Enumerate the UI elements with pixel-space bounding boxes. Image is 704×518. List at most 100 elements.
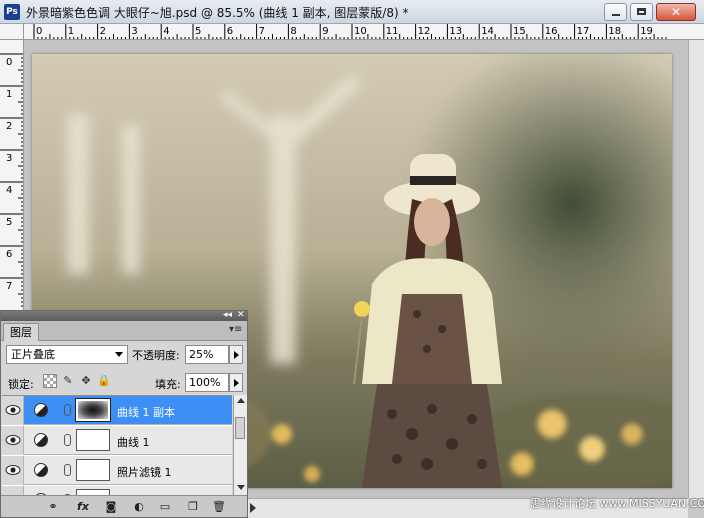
tab-layers[interactable]: 图层 xyxy=(3,323,39,341)
layer-style-fx-icon[interactable]: fx xyxy=(75,499,91,514)
link-chain-icon[interactable] xyxy=(64,464,71,476)
fill-label: 填充: xyxy=(155,378,181,391)
maximize-button[interactable] xyxy=(630,3,653,21)
opacity-slider-button[interactable] xyxy=(229,345,243,364)
eye-icon xyxy=(5,435,21,445)
ruler-label: 3 xyxy=(6,153,12,164)
opacity-label: 不透明度: xyxy=(132,349,180,362)
layer-name[interactable]: 曲线 1 xyxy=(117,434,150,450)
curves-adjustment-icon[interactable] xyxy=(34,403,48,417)
link-chain-icon[interactable] xyxy=(64,404,71,416)
layer-row[interactable]: 曲线 1 xyxy=(2,426,232,455)
visibility-toggle[interactable] xyxy=(2,426,24,455)
window-title: 外景暗紫色色调 大眼仔~旭.psd @ 85.5% (曲线 1 副本, 图层蒙版… xyxy=(26,6,409,20)
delete-layer-icon[interactable]: 🗑 xyxy=(211,499,227,514)
blend-mode-select[interactable]: 正片叠底 xyxy=(6,345,128,364)
ruler-label: 11 xyxy=(386,26,399,37)
ruler-label: 4 xyxy=(6,185,12,196)
new-layer-icon[interactable]: ❐ xyxy=(185,499,201,514)
collapse-panel-icon[interactable]: ◂◂ xyxy=(223,310,232,320)
vertical-scrollbar[interactable] xyxy=(688,40,704,498)
ruler-label: 6 xyxy=(6,249,12,260)
visibility-toggle[interactable] xyxy=(2,396,24,425)
layer-mask-thumbnail[interactable] xyxy=(75,398,111,422)
scroll-thumb[interactable] xyxy=(235,417,245,439)
curves-adjustment-icon[interactable] xyxy=(34,433,48,447)
layers-panel: ◂◂ ✕ 图层 ▾≡ 正片叠底 不透明度: 25% 锁定: ✎ ✥ 🔒 填充: … xyxy=(0,310,248,518)
new-group-icon[interactable]: ▭ xyxy=(157,499,173,514)
ruler-label: 13 xyxy=(449,26,462,37)
ruler-label: 0 xyxy=(6,57,12,68)
scroll-right-arrow-icon[interactable] xyxy=(250,503,256,513)
ruler-label: 14 xyxy=(481,26,494,37)
title-bar: Ps 外景暗紫色色调 大眼仔~旭.psd @ 85.5% (曲线 1 副本, 图… xyxy=(0,0,704,24)
panel-menu-icon[interactable]: ▾≡ xyxy=(229,324,242,335)
eye-icon xyxy=(5,405,21,415)
fill-input[interactable]: 100% xyxy=(185,373,229,392)
layer-mask-thumbnail[interactable] xyxy=(76,459,110,481)
ruler-label: 0 xyxy=(36,26,42,37)
eye-icon xyxy=(5,465,21,475)
watermark-text: 思缘设计论坛 www.MISSYUAN.COM xyxy=(530,497,704,510)
minimize-icon xyxy=(612,14,620,16)
ruler-label: 5 xyxy=(195,26,201,37)
panel-bottom-toolbar: ⚭ fx ◙ ◐ ▭ ❐ 🗑 xyxy=(1,495,247,517)
ruler-label: 17 xyxy=(577,26,590,37)
ruler-label: 9 xyxy=(322,26,328,37)
ruler-label: 2 xyxy=(100,26,106,37)
layer-mask-thumbnail[interactable] xyxy=(76,429,110,451)
triangle-right-icon xyxy=(234,351,239,359)
opacity-input[interactable]: 25% xyxy=(185,345,229,364)
lock-image-pixels-icon[interactable]: ✎ xyxy=(61,374,75,388)
ruler-label: 16 xyxy=(545,26,558,37)
maximize-icon xyxy=(637,8,646,15)
triangle-right-icon xyxy=(234,379,239,387)
visibility-toggle[interactable] xyxy=(2,456,24,485)
ruler-label: 12 xyxy=(418,26,431,37)
layer-list: 曲线 1 副本 曲线 1 照片滤镜 1 xyxy=(2,395,232,496)
close-button[interactable]: ✕ xyxy=(656,3,696,21)
layer-name[interactable]: 照片滤镜 1 xyxy=(117,464,172,480)
ruler-label: 4 xyxy=(163,26,169,37)
panel-header-strip: ◂◂ ✕ xyxy=(1,310,247,321)
ruler-label: 7 xyxy=(259,26,265,37)
layer-name[interactable]: 曲线 1 副本 xyxy=(117,404,175,420)
link-layers-icon[interactable]: ⚭ xyxy=(45,499,61,514)
minimize-button[interactable] xyxy=(604,3,627,21)
ruler-label: 2 xyxy=(6,121,12,132)
add-mask-icon[interactable]: ◙ xyxy=(103,499,119,514)
close-panel-icon[interactable]: ✕ xyxy=(237,310,245,320)
horizontal-ruler-ticks: 0 1 2 3 4 5 6 7 8 9 10 11 12 13 14 15 16 17 18 19 xyxy=(33,24,667,39)
ruler-label: 10 xyxy=(354,26,367,37)
ruler-label: 18 xyxy=(608,26,621,37)
panel-tab-bar: 图层 ▾≡ xyxy=(1,321,247,341)
photoshop-icon: Ps xyxy=(4,4,20,20)
chevron-down-icon xyxy=(115,352,123,357)
layer-list-scrollbar[interactable] xyxy=(233,395,247,495)
fill-slider-button[interactable] xyxy=(229,373,243,392)
ruler-label: 6 xyxy=(227,26,233,37)
layer-row[interactable]: 曲线 1 副本 xyxy=(2,396,232,425)
lock-position-icon[interactable]: ✥ xyxy=(79,374,93,388)
blend-mode-value: 正片叠底 xyxy=(11,348,55,361)
ruler-label: 1 xyxy=(6,89,12,100)
scroll-down-arrow-icon[interactable] xyxy=(237,485,245,490)
photo-filter-adjustment-icon[interactable] xyxy=(34,463,48,477)
ruler-label: 15 xyxy=(513,26,526,37)
close-icon: ✕ xyxy=(671,5,682,19)
ruler-origin[interactable] xyxy=(0,24,24,40)
ruler-label: 5 xyxy=(6,217,12,228)
link-chain-icon[interactable] xyxy=(64,434,71,446)
lock-label: 锁定: xyxy=(8,378,34,391)
scroll-up-arrow-icon[interactable] xyxy=(237,398,245,403)
lock-all-icon[interactable]: 🔒 xyxy=(97,374,111,388)
ruler-label: 7 xyxy=(6,281,12,292)
ruler-label: 1 xyxy=(68,26,74,37)
lock-transparent-pixels-icon[interactable] xyxy=(43,374,57,388)
new-adjustment-layer-icon[interactable]: ◐ xyxy=(131,499,147,514)
layer-row[interactable]: 照片滤镜 1 xyxy=(2,456,232,485)
ruler-label: 8 xyxy=(290,26,296,37)
horizontal-ruler[interactable]: 0 1 2 3 4 5 6 7 8 9 10 11 12 13 14 15 16 17 18 19 xyxy=(24,24,704,40)
ruler-label: 19 xyxy=(640,26,653,37)
ruler-label: 3 xyxy=(131,26,137,37)
